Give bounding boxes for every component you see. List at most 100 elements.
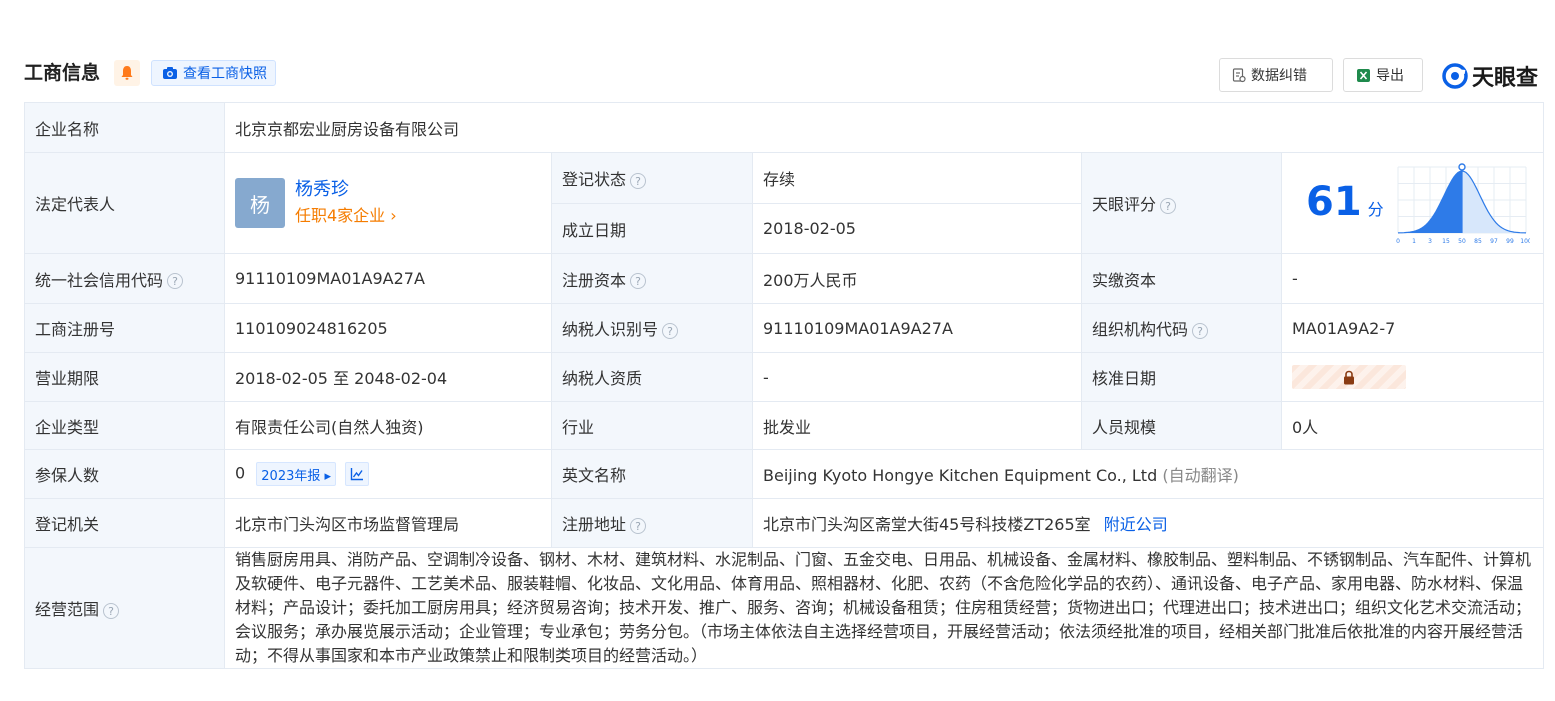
score-cell[interactable]: 61 分 0 1 3 15 50 85 97 99 100: [1280, 152, 1545, 254]
score-chart-tick-label: 100: [1520, 238, 1530, 245]
table-row: 企业类型 有限责任公司(自然人独资) 行业 批发业 人员规模 0人: [24, 401, 1545, 450]
approval-date-label: 核准日期: [1081, 352, 1282, 402]
insured-label: 参保人数: [24, 449, 225, 499]
est-date-value: 2018-02-05: [752, 203, 1082, 254]
business-scope-label-cell: 经营范围?: [24, 547, 225, 669]
score-value: 61: [1306, 179, 1362, 225]
business-term-label: 营业期限: [24, 352, 225, 402]
trend-chart-button[interactable]: [345, 462, 370, 486]
business-info-table: 企业名称 北京京都宏业厨房设备有限公司 法定代表人 杨 杨秀珍 任职4家企业 ›…: [24, 102, 1545, 669]
help-icon[interactable]: ?: [662, 322, 679, 339]
score-unit: 分: [1367, 200, 1384, 219]
reg-capital-label-cell: 注册资本?: [551, 253, 753, 304]
score-chart-tick-label: 15: [1442, 238, 1450, 245]
help-icon[interactable]: ?: [1160, 197, 1177, 214]
reg-authority-label: 登记机关: [24, 498, 225, 548]
auto-translate-note: (自动翻译): [1162, 466, 1239, 485]
approval-date-cell: [1280, 352, 1545, 402]
company-type-label: 企业类型: [24, 401, 225, 450]
industry-value: 批发业: [752, 401, 1082, 450]
score-chart-marker: [1458, 163, 1466, 171]
reg-status-label: 登记状态: [562, 170, 627, 189]
reg-address-label: 注册地址: [562, 515, 627, 534]
help-icon[interactable]: ?: [630, 273, 647, 289]
export-label: 导出: [1376, 68, 1404, 84]
reg-address-cell: 北京市门头沟区斋堂大街45号科技楼ZT265室 附近公司: [751, 498, 1545, 548]
legal-rep-cell: 杨 杨秀珍 任职4家企业 ›: [224, 152, 552, 254]
reg-address-value: 北京市门头沟区斋堂大街45号科技楼ZT265室: [763, 515, 1091, 534]
excel-icon: [1357, 68, 1370, 82]
score-chart-tick-label: 97: [1490, 238, 1498, 245]
taxpayer-qual-value: -: [752, 352, 1082, 402]
export-button[interactable]: 导出: [1343, 58, 1423, 92]
score-chart-tick-label: 99: [1506, 238, 1514, 245]
business-term-value: 2018-02-05 至 2048-02-04: [224, 352, 552, 402]
table-row: 法定代表人 杨 杨秀珍 任职4家企业 › 登记状态? 存续 天眼评分? 61 分…: [24, 152, 1545, 254]
help-icon[interactable]: ?: [630, 517, 647, 534]
org-code-value: MA01A9A2-7: [1280, 303, 1545, 353]
table-row: 营业期限 2018-02-05 至 2048-02-04 纳税人资质 - 核准日…: [24, 352, 1545, 402]
org-code-label-cell: 组织机构代码?: [1081, 303, 1282, 353]
taxpayer-id-label: 纳税人识别号: [562, 320, 659, 339]
table-row: 登记机关 北京市门头沟区市场监督管理局 注册地址? 北京市门头沟区斋堂大街45号…: [24, 498, 1545, 548]
data-correction-button[interactable]: 数据纠错: [1219, 58, 1333, 92]
score-label: 天眼评分: [1092, 195, 1157, 214]
table-row: 统一社会信用代码? 91110109MA01A9A27A 注册资本? 200万人…: [24, 253, 1545, 304]
industry-label: 行业: [551, 401, 753, 450]
business-scope-value: 销售厨房用具、消防产品、空调制冷设备、钢材、木材、建筑材料、水泥制品、门窗、五金…: [223, 547, 1545, 669]
taxpayer-id-value: 91110109MA01A9A27A: [752, 303, 1082, 353]
score-chart-tick-label: 3: [1428, 238, 1432, 245]
english-name-value: Beijing Kyoto Hongye Kitchen Equipment C…: [763, 466, 1158, 485]
table-row: 企业名称 北京京都宏业厨房设备有限公司: [24, 102, 1545, 153]
score-chart-tick-label: 85: [1474, 238, 1482, 245]
view-snapshot-label: 查看工商快照: [183, 66, 267, 82]
help-icon[interactable]: ?: [103, 602, 120, 619]
english-name-cell: Beijing Kyoto Hongye Kitchen Equipment C…: [751, 449, 1545, 499]
company-name-value: 北京京都宏业厨房设备有限公司: [223, 102, 1545, 153]
section-title: 工商信息: [24, 62, 101, 84]
reg-number-value: 110109024816205: [224, 303, 552, 353]
reg-capital-label: 注册资本: [562, 270, 627, 290]
score-chart-tick-label: 1: [1412, 238, 1416, 245]
bell-icon: [121, 66, 133, 80]
reg-status-label-cell: 登记状态?: [551, 152, 753, 204]
taxpayer-qual-label: 纳税人资质: [551, 352, 753, 402]
legal-rep-name-link[interactable]: 杨秀珍: [295, 177, 397, 203]
tianyancha-logo-icon: [1442, 63, 1468, 89]
table-row: 经营范围? 销售厨房用具、消防产品、空调制冷设备、钢材、木材、建筑材料、水泥制品…: [24, 547, 1545, 669]
reg-capital-value: 200万人民币: [752, 253, 1082, 304]
score-chart-tick-label: 50: [1458, 238, 1466, 245]
insured-value: 0: [235, 463, 246, 483]
reg-status-value: 存续: [752, 152, 1082, 204]
edit-document-icon: [1232, 67, 1246, 82]
score-label-cell: 天眼评分?: [1081, 152, 1282, 254]
help-icon[interactable]: ?: [630, 172, 647, 189]
score-distribution-chart: 0 1 3 15 50 85 97 99 100: [1396, 163, 1530, 245]
logo-text: 天眼查: [1472, 66, 1539, 91]
follow-bell-button[interactable]: [114, 60, 140, 86]
staff-size-value: 0人: [1280, 401, 1545, 450]
avatar[interactable]: 杨: [235, 178, 285, 228]
lock-icon: [1344, 370, 1354, 384]
org-code-label: 组织机构代码: [1092, 320, 1189, 339]
view-snapshot-button[interactable]: 查看工商快照: [151, 60, 276, 86]
data-correction-label: 数据纠错: [1251, 68, 1307, 84]
paid-capital-value: -: [1280, 253, 1545, 304]
help-icon[interactable]: ?: [167, 273, 184, 289]
legal-rep-companies-link[interactable]: 任职4家企业 ›: [295, 203, 397, 229]
reg-authority-value: 北京市门头沟区市场监督管理局: [224, 498, 552, 548]
locked-value-box[interactable]: [1292, 365, 1406, 389]
nearby-companies-link[interactable]: 附近公司: [1104, 515, 1168, 534]
credit-code-label-cell: 统一社会信用代码?: [24, 253, 225, 304]
taxpayer-id-label-cell: 纳税人识别号?: [551, 303, 753, 353]
business-scope-label: 经营范围: [35, 600, 100, 619]
paid-capital-label: 实缴资本: [1081, 253, 1282, 304]
credit-code-label: 统一社会信用代码: [35, 270, 164, 290]
trend-chart-icon: [350, 468, 364, 481]
annual-report-tag[interactable]: 2023年报 ▸: [256, 462, 337, 486]
est-date-label: 成立日期: [551, 203, 753, 254]
reg-number-label: 工商注册号: [24, 303, 225, 353]
english-name-label: 英文名称: [551, 449, 753, 499]
section-header: 工商信息 查看工商快照 数据纠错 导出 天眼查: [0, 0, 1555, 100]
help-icon[interactable]: ?: [1192, 322, 1209, 339]
